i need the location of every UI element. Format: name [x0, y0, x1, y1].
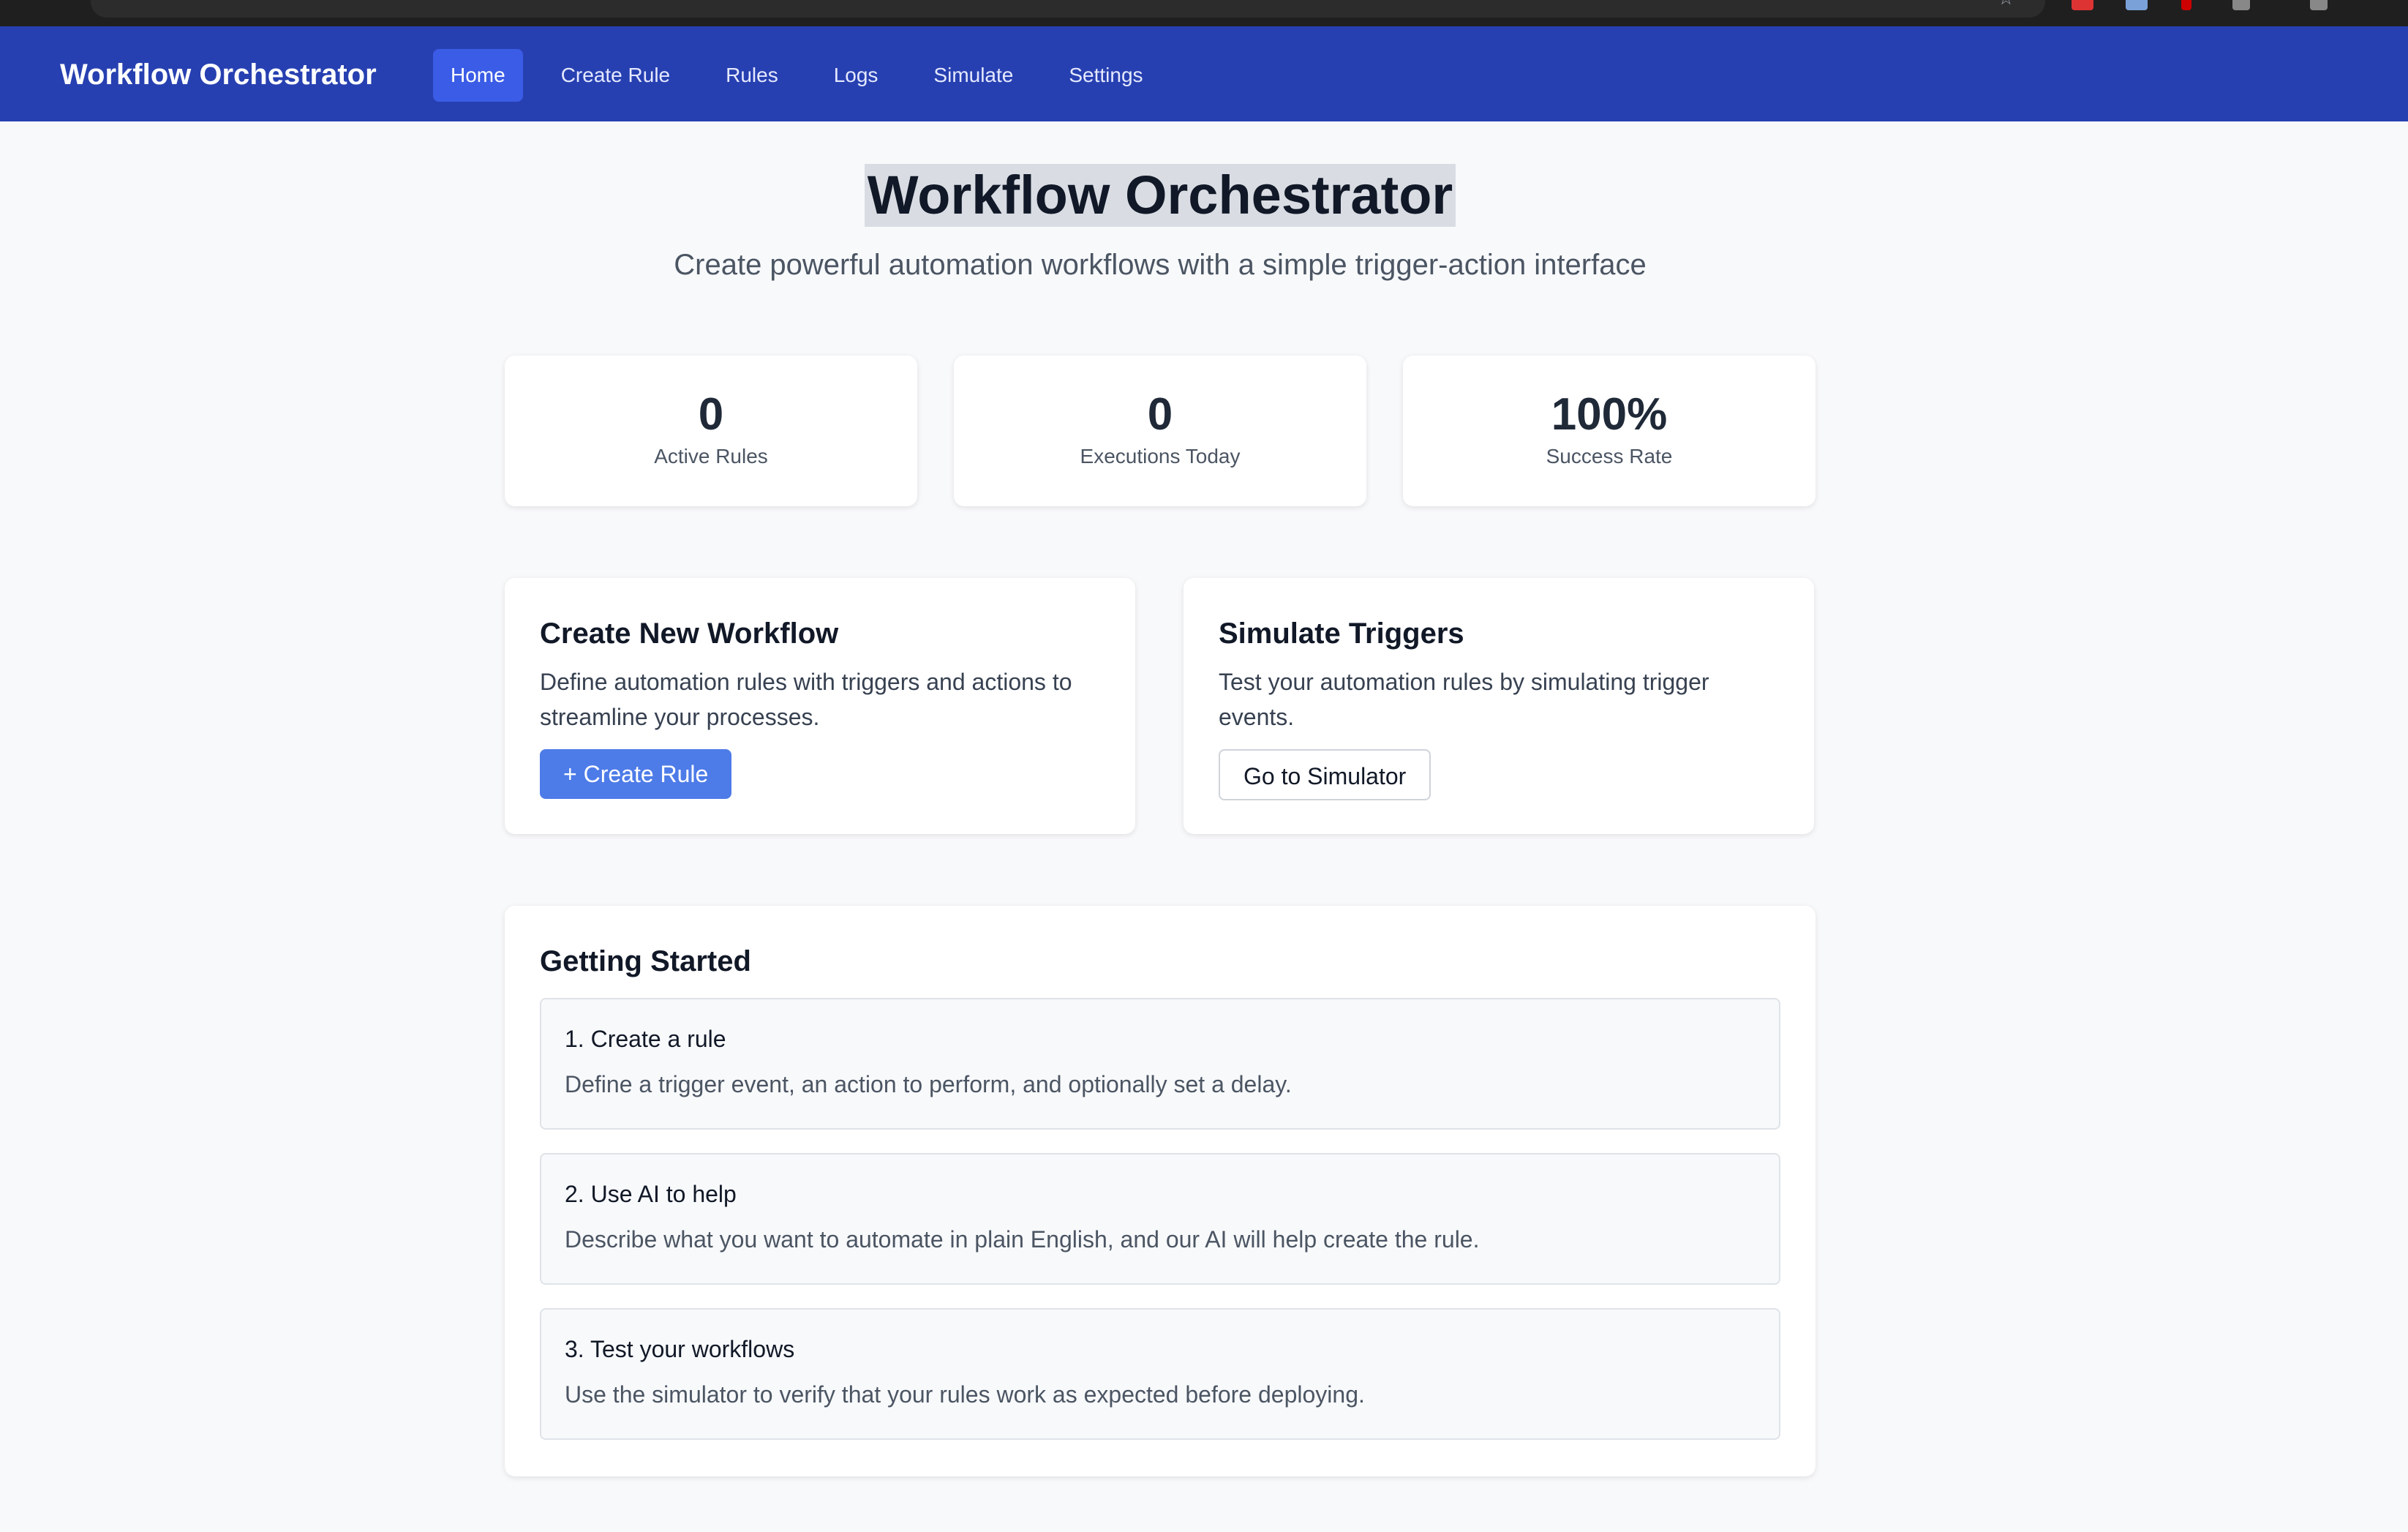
- create-rule-button[interactable]: + Create Rule: [540, 749, 732, 799]
- nav-item-settings[interactable]: Settings: [1051, 49, 1160, 102]
- card-title: Simulate Triggers: [1219, 617, 1464, 650]
- stat-card-active-rules: 0 Active Rules: [505, 356, 917, 506]
- simulate-triggers-card: Simulate Triggers Test your automation r…: [1184, 578, 1814, 834]
- step-title: 3. Test your workflows: [565, 1336, 795, 1362]
- go-to-simulator-button[interactable]: Go to Simulator: [1219, 749, 1431, 800]
- stat-label: Success Rate: [1546, 445, 1673, 468]
- stat-label: Active Rules: [654, 445, 768, 468]
- stat-value: 0: [1147, 389, 1173, 440]
- app-brand[interactable]: Workflow Orchestrator: [60, 56, 377, 94]
- nav-item-create-rule[interactable]: Create Rule: [543, 49, 688, 102]
- extension-icon[interactable]: [2072, 0, 2093, 10]
- address-bar[interactable]: ☆: [91, 0, 2045, 18]
- step-item: 1. Create a rule Define a trigger event,…: [540, 998, 1780, 1130]
- step-item: 3. Test your workflows Use the simulator…: [540, 1308, 1780, 1440]
- stat-card-success-rate: 100% Success Rate: [1403, 356, 1816, 506]
- bookmark-star-icon[interactable]: ☆: [1998, 0, 2014, 10]
- extension-icon[interactable]: [2181, 0, 2191, 10]
- nav-item-logs[interactable]: Logs: [816, 49, 896, 102]
- top-navbar: Workflow Orchestrator Home Create Rule R…: [0, 26, 2408, 121]
- create-workflow-card: Create New Workflow Define automation ru…: [505, 578, 1135, 834]
- extension-icon[interactable]: [2310, 0, 2328, 10]
- page-subtitle: Create powerful automation workflows wit…: [674, 249, 1647, 281]
- extension-icon[interactable]: [2126, 0, 2148, 10]
- section-title: Getting Started: [540, 945, 751, 977]
- step-title: 2. Use AI to help: [565, 1181, 737, 1207]
- getting-started-card: Getting Started 1. Create a rule Define …: [505, 906, 1816, 1476]
- stat-value: 100%: [1551, 389, 1668, 440]
- extension-icon[interactable]: [2232, 0, 2250, 10]
- stat-value: 0: [698, 389, 724, 440]
- stat-card-executions-today: 0 Executions Today: [954, 356, 1366, 506]
- step-title: 1. Create a rule: [565, 1026, 726, 1052]
- step-item: 2. Use AI to help Describe what you want…: [540, 1153, 1780, 1285]
- card-title: Create New Workflow: [540, 617, 839, 650]
- hero: Workflow Orchestrator: [0, 164, 2320, 227]
- page-title: Workflow Orchestrator: [864, 164, 1456, 227]
- step-description: Describe what you want to automate in pl…: [565, 1226, 1480, 1253]
- nav-item-rules[interactable]: Rules: [708, 49, 796, 102]
- step-description: Use the simulator to verify that your ru…: [565, 1381, 1365, 1408]
- card-description: Test your automation rules by simulating…: [1219, 669, 1709, 730]
- card-description: Define automation rules with triggers an…: [540, 669, 1072, 730]
- step-description: Define a trigger event, an action to per…: [565, 1071, 1292, 1097]
- nav-item-simulate[interactable]: Simulate: [916, 49, 1031, 102]
- nav-item-home[interactable]: Home: [433, 49, 523, 102]
- stat-label: Executions Today: [1080, 445, 1241, 468]
- nav-menu: Home Create Rule Rules Logs Simulate Set…: [433, 49, 1161, 102]
- browser-toolbar: ☆: [0, 0, 2408, 26]
